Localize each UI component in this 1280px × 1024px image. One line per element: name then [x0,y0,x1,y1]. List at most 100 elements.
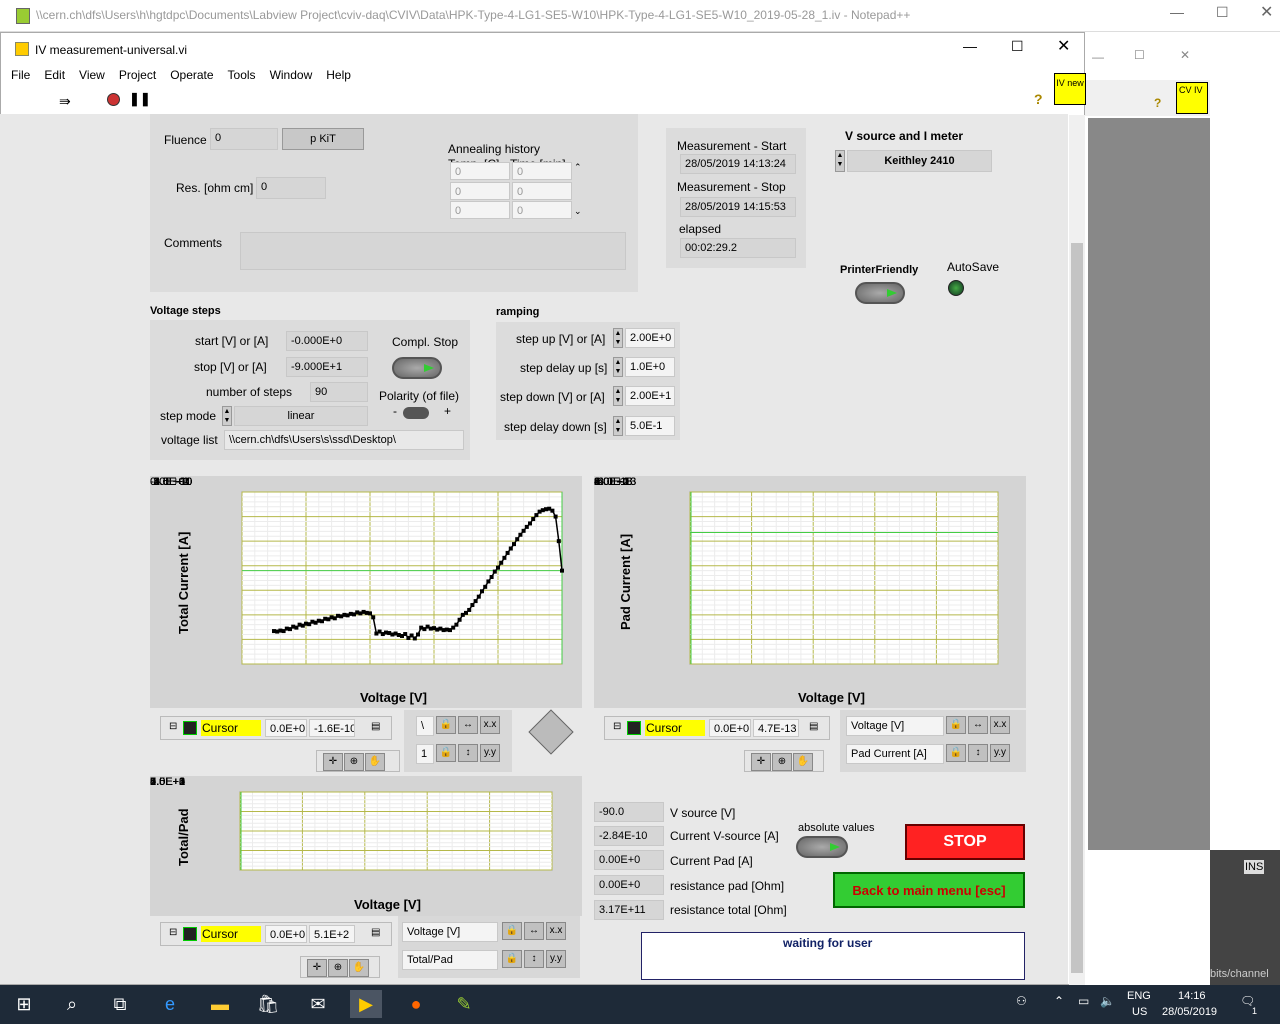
annealing-cell[interactable]: 0 [450,201,510,219]
scale3-y-name[interactable]: Total/Pad [402,950,498,970]
step-delay-down-spin[interactable]: ▲ ▼ [613,416,623,436]
zoom-cursor-icon[interactable]: ✛ [323,753,343,771]
polarity-switch[interactable] [403,407,429,419]
format-x-icon[interactable]: x.x [546,922,566,940]
compl-stop-toggle[interactable] [392,357,442,379]
mail-icon[interactable]: ✉ [302,990,334,1018]
autoscale-y-icon[interactable]: ↕ [524,950,544,968]
fluence-field[interactable]: 0 [210,128,278,150]
instrument-spin[interactable]: ▲ ▼ [835,150,845,172]
clock-time[interactable]: 14:16 [1178,990,1206,1002]
voltage-list-path[interactable]: \\cern.ch\dfs\Users\s\ssd\Desktop\ [224,430,464,450]
lock-icon[interactable]: 🔒 [946,716,966,734]
zoom-icon[interactable]: ⊕ [328,959,348,977]
help-icon[interactable]: ? [1154,96,1161,110]
lock-icon[interactable]: 🔒 [436,716,456,734]
annealing-scroll-up-icon[interactable]: ⌃ [574,162,582,173]
autoscale-y-icon[interactable]: ↕ [458,744,478,762]
people-icon[interactable]: ⚇ [1016,994,1027,1008]
annealing-cell[interactable]: 0 [512,182,572,200]
task-view-icon[interactable]: ⧉ [104,990,136,1018]
autoscale-y-icon[interactable]: ↕ [968,744,988,762]
step-up-field[interactable]: 2.00E+0 [625,328,675,348]
cursor3-y[interactable]: 5.1E+2 [309,925,355,943]
presentation-icon[interactable]: ● [400,990,432,1018]
menu-operate[interactable]: Operate [170,68,213,82]
labview-task-icon[interactable]: ▶ [350,990,382,1018]
format-y-icon[interactable]: y.y [546,950,566,968]
run-arrow-icon[interactable]: ⇛ [59,93,71,110]
step-mode-spin[interactable]: ▲ ▼ [222,406,232,426]
absolute-values-toggle[interactable] [796,836,848,858]
volume-icon[interactable]: 🔈 [1100,994,1115,1008]
maximize-icon[interactable]: ☐ [1216,4,1229,21]
pan-hand-icon[interactable]: ✋ [365,753,385,771]
lang-us[interactable]: US [1132,1006,1147,1018]
cursor2-name[interactable]: Cursor [645,720,705,736]
store-icon[interactable]: 🛍 [252,990,284,1018]
help-icon[interactable]: ? [1034,91,1043,107]
printer-friendly-toggle[interactable] [855,282,905,304]
clock-date[interactable]: 28/05/2019 [1162,1006,1217,1018]
lock-icon[interactable]: 🔒 [502,950,522,968]
edge-icon[interactable]: e [154,990,186,1018]
scale2-x-name[interactable]: Voltage [V] [846,716,944,736]
minimize-icon[interactable]: — [1092,50,1104,64]
vertical-scrollbar[interactable] [1069,115,1085,985]
cursor1-lock-icon[interactable]: ▤ [371,721,380,732]
scale2-y-name[interactable]: Pad Current [A] [846,744,944,764]
cursor2-lock-icon[interactable]: ▤ [809,721,818,732]
annealing-cell[interactable]: 0 [450,162,510,180]
cursor1-y[interactable]: -1.6E-10 [309,719,355,737]
lang-eng[interactable]: ENG [1127,990,1151,1002]
scrollbar-thumb[interactable] [1071,243,1083,973]
zoom-cursor-icon[interactable]: ✛ [751,753,771,771]
step-down-field[interactable]: 2.00E+1 [625,386,675,406]
menu-help[interactable]: Help [326,68,351,82]
format-x-icon[interactable]: x.x [480,716,500,734]
scale3-x-name[interactable]: Voltage [V] [402,922,498,942]
cursor2-collapse-icon[interactable]: ⊟ [613,721,621,732]
cursor1-collapse-icon[interactable]: ⊟ [169,721,177,732]
minimize-icon[interactable]: — [963,38,977,54]
chart3-plot[interactable] [238,790,554,872]
network-icon[interactable]: ▭ [1078,994,1089,1008]
cursor3-name[interactable]: Cursor [201,926,261,942]
back-to-main-menu-button[interactable]: Back to main menu [esc] [833,872,1025,908]
start-windows-icon[interactable]: ⊞ [8,990,40,1018]
annealing-cell[interactable]: 0 [512,162,572,180]
chart1-plot[interactable] [240,490,564,666]
scale1-x-name[interactable]: \ [416,716,434,736]
cursor2-y[interactable]: 4.7E-13 [753,719,799,737]
annealing-cell[interactable]: 0 [512,201,572,219]
pan-hand-icon[interactable]: ✋ [793,753,813,771]
close-icon[interactable]: ✕ [1057,36,1070,56]
menu-edit[interactable]: Edit [44,68,65,82]
cursor3-lock-icon[interactable]: ▤ [371,927,380,938]
pan-hand-icon[interactable]: ✋ [349,959,369,977]
menu-window[interactable]: Window [270,68,313,82]
cursor1-x[interactable]: 0.0E+0 [265,719,307,737]
zoom-icon[interactable]: ⊕ [344,753,364,771]
menu-view[interactable]: View [79,68,105,82]
chart2-plot[interactable] [688,490,1000,666]
autoscale-x-icon[interactable]: ↔ [524,922,544,940]
pause-icon[interactable]: ❚❚ [129,91,151,107]
comments-field[interactable] [240,232,626,270]
start-voltage-field[interactable]: -0.000E+0 [286,331,368,351]
step-delay-up-spin[interactable]: ▲ ▼ [613,357,623,377]
autosave-led[interactable] [948,280,964,296]
step-mode-select[interactable]: linear [234,406,368,426]
step-down-spin[interactable]: ▲ ▼ [613,386,623,406]
cursor3-x[interactable]: 0.0E+0 [265,925,307,943]
instrument-select[interactable]: Keithley 2410 [847,150,992,172]
lock-icon[interactable]: 🔒 [436,744,456,762]
format-y-icon[interactable]: y.y [990,744,1010,762]
menu-project[interactable]: Project [119,68,156,82]
resistivity-field[interactable]: 0 [256,177,326,199]
stop-voltage-field[interactable]: -9.000E+1 [286,357,368,377]
notepadpp-task-icon[interactable]: ✎ [448,990,480,1018]
format-x-icon[interactable]: x.x [990,716,1010,734]
format-y-icon[interactable]: y.y [480,744,500,762]
lock-icon[interactable]: 🔒 [946,744,966,762]
